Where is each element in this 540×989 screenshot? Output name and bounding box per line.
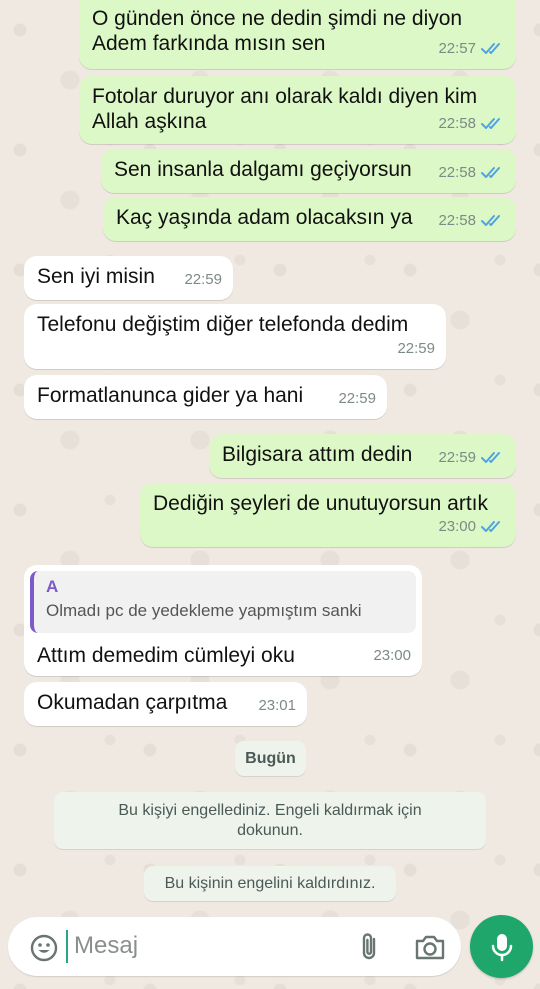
message-text: Fotolar duruyor anı olarak kaldı diyen k… [92,85,478,133]
message-bubble-incoming[interactable]: Okumadan çarpıtma 23:01 [24,682,307,726]
message-bubble-outgoing[interactable]: Bilgisara attım dedin 22:59 [209,434,516,478]
text-caret [66,930,68,963]
message-meta: 23:01 [258,693,296,718]
message-input-container[interactable]: Mesaj [8,917,461,976]
double-check-icon [481,521,500,532]
message-meta: 22:59 [338,386,376,411]
message-time: 22:58 [438,164,476,181]
message-bubble-outgoing[interactable]: Sen insanla dalgamı geçiyorsun 22:58 [101,149,516,193]
chat-area[interactable]: O günden önce ne dedin şimdi ne diyon Ad… [0,0,540,905]
quoted-author: A [46,577,59,596]
message-time: 23:01 [258,697,296,714]
message-meta: 22:59 [184,267,222,292]
message-meta: 22:58 [438,208,505,233]
quoted-text: Olmadı pc de yedekleme yapmıştım sanki [46,601,362,620]
message-bubble-incoming-reply[interactable]: A Olmadı pc de yedekleme yapmıştım sanki… [24,565,422,676]
message-time: 22:58 [438,115,476,132]
message-text: O günden önce ne dedin şimdi ne diyon Ad… [92,7,463,55]
message-text: Sen iyi misin [37,265,155,288]
block-notice[interactable]: Bu kişiyi engellediniz. Engeli kaldırmak… [54,792,486,849]
message-text: Sen insanla dalgamı geçiyorsun [114,158,412,181]
message-bubble-outgoing[interactable]: Fotolar duruyor anı olarak kaldı diyen k… [79,76,516,144]
paperclip-icon[interactable] [357,931,383,963]
unblock-notice-text: Bu kişinin engelini kaldırdınız. [164,875,376,892]
composer-bar: Mesaj [0,905,540,989]
date-divider-label: Bugün [245,750,296,767]
unblock-notice: Bu kişinin engelini kaldırdınız. [144,866,396,901]
microphone-icon [491,933,512,961]
message-text: Telefonu değiştim diğer telefonda dedim [37,313,409,336]
message-text: Kaç yaşında adam olacaksın ya [116,206,413,229]
double-check-icon [481,43,500,54]
message-meta: 22:58 [438,160,505,185]
message-time: 22:59 [438,449,476,466]
double-check-icon [481,167,500,178]
message-text: Formatlanunca gider ya hani [37,384,304,407]
double-check-icon [481,118,500,129]
message-text: Okumadan çarpıtma [37,691,228,714]
message-time: 22:57 [438,40,476,57]
double-check-icon [481,452,500,463]
camera-icon[interactable] [414,933,446,961]
message-text: Dediğin şeyleri de unutuyorsun artık [153,492,489,515]
message-text: Bilgisara attım dedin [222,443,413,466]
message-bubble-incoming[interactable]: Formatlanunca gider ya hani 22:59 [24,375,387,419]
message-bubble-outgoing[interactable]: Dediğin şeyleri de unutuyorsun artık 23:… [140,483,516,547]
message-bubble-incoming[interactable]: Sen iyi misin 22:59 [24,256,233,300]
message-meta: 22:59 [397,336,435,361]
message-bubble-outgoing[interactable]: Kaç yaşında adam olacaksın ya 22:58 [103,197,516,241]
message-bubble-outgoing[interactable]: O günden önce ne dedin şimdi ne diyon Ad… [79,0,516,69]
mic-button[interactable] [470,915,533,978]
block-notice-text: Bu kişiyi engellediniz. Engeli kaldırmak… [118,802,422,839]
message-meta: 22:57 [438,36,505,61]
message-text: Attım demedim cümleyi oku [37,644,295,667]
message-meta: 23:00 [438,514,505,539]
message-time: 23:00 [373,647,411,664]
emoji-icon[interactable] [30,934,58,962]
message-input[interactable]: Mesaj [74,932,138,960]
message-time: 22:59 [184,271,222,288]
message-time: 22:58 [438,212,476,229]
message-bubble-incoming[interactable]: Telefonu değiştim diğer telefonda dedim … [24,304,446,369]
message-meta: 22:58 [438,111,505,136]
message-meta: 23:00 [373,643,411,668]
message-time: 22:59 [338,390,376,407]
date-divider: Bugün [235,741,306,776]
message-time: 22:59 [397,340,435,357]
message-time: 23:00 [438,518,476,535]
quoted-message[interactable]: A Olmadı pc de yedekleme yapmıştım sanki [30,571,416,633]
double-check-icon [481,215,500,226]
message-meta: 22:59 [438,445,505,470]
